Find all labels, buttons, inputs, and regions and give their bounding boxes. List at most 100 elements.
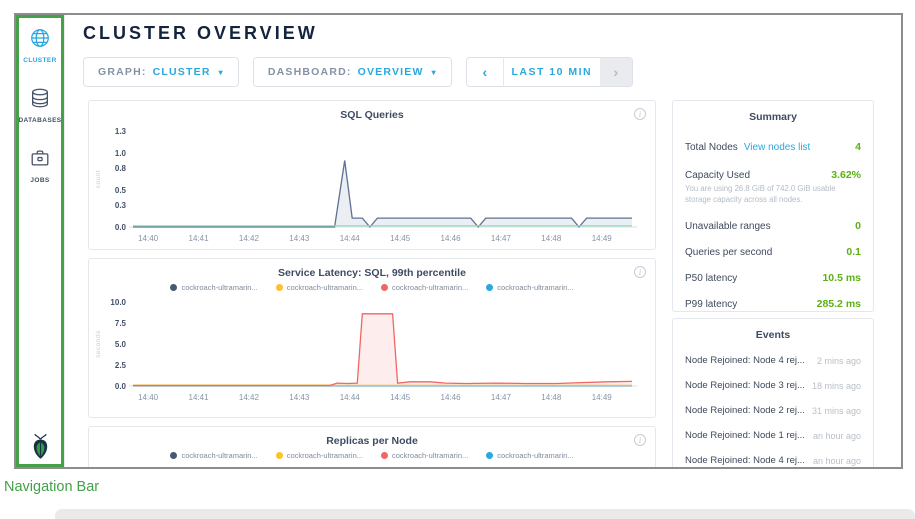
svg-text:14:41: 14:41 [189, 234, 210, 243]
legend-item[interactable]: cockroach-ultramarin... [276, 450, 363, 460]
legend-label: cockroach-ultramarin... [497, 283, 573, 292]
legend-label: cockroach-ultramarin... [287, 451, 363, 460]
event-time: an hour ago [813, 431, 861, 441]
summary-label: Unavailable ranges [685, 221, 771, 232]
summary-value: 10.5 ms [822, 272, 861, 284]
event-time: 2 mins ago [817, 356, 861, 366]
legend-dot-icon [486, 452, 493, 459]
navigation-bar: CLUSTER DATABASES JOBS [16, 15, 65, 467]
svg-text:14:49: 14:49 [592, 234, 613, 243]
svg-text:14:46: 14:46 [441, 234, 462, 243]
summary-label: P99 latency [685, 299, 737, 310]
svg-text:14:43: 14:43 [289, 393, 310, 402]
svg-text:count: count [95, 170, 102, 188]
dashboard-dropdown[interactable]: DASHBOARD: OVERVIEW ▾ [253, 57, 452, 87]
svg-text:14:47: 14:47 [491, 393, 512, 402]
summary-row-unavailable-ranges: Unavailable ranges 0 [685, 220, 861, 232]
chart-legend: cockroach-ultramarin... cockroach-ultrama… [89, 450, 655, 460]
app-window: CLUSTER DATABASES JOBS [14, 13, 903, 469]
legend-dot-icon [276, 452, 283, 459]
legend-dot-icon [276, 284, 283, 291]
svg-text:2.5: 2.5 [115, 361, 127, 370]
cockroachdb-logo[interactable] [16, 433, 64, 460]
svg-text:0.0: 0.0 [115, 382, 127, 391]
svg-text:14:40: 14:40 [138, 393, 159, 402]
chevron-down-icon: ▾ [432, 68, 437, 77]
svg-text:14:48: 14:48 [541, 234, 562, 243]
navigation-bar-annotation-label: Navigation Bar [4, 479, 99, 495]
event-text[interactable]: Node Rejoined: Node 1 rej... [685, 430, 805, 441]
svg-text:14:45: 14:45 [390, 393, 411, 402]
toolbar: GRAPH: CLUSTER ▾ DASHBOARD: OVERVIEW ▾ ‹… [83, 57, 633, 87]
sidebar-item-label: DATABASES [18, 117, 61, 124]
event-row: Node Rejoined: Node 4 rej... an hour ago [685, 455, 861, 466]
svg-text:14:43: 14:43 [289, 234, 310, 243]
summary-label: Queries per second [685, 247, 772, 258]
sidebar-item-jobs[interactable]: JOBS [16, 147, 64, 184]
legend-label: cockroach-ultramarin... [287, 283, 363, 292]
info-icon[interactable]: i [634, 434, 646, 446]
svg-text:14:41: 14:41 [189, 393, 210, 402]
events-body: Node Rejoined: Node 4 rej... 2 mins ago … [673, 355, 873, 466]
sidebar-item-label: JOBS [30, 177, 49, 184]
svg-text:14:44: 14:44 [340, 393, 361, 402]
time-prev-button[interactable]: ‹ [467, 58, 504, 86]
chart-title: Replicas per Node [89, 435, 655, 447]
summary-row-capacity-used: Capacity Used 3.62% [685, 169, 861, 181]
sidebar-item-databases[interactable]: DATABASES [16, 87, 64, 124]
legend-item[interactable]: cockroach-ultramarin... [170, 282, 257, 292]
summary-value: 0.1 [846, 246, 861, 258]
event-text[interactable]: Node Rejoined: Node 4 rej... [685, 355, 805, 366]
event-text[interactable]: Node Rejoined: Node 2 rej... [685, 405, 805, 416]
dashboard-dropdown-value: OVERVIEW [358, 66, 424, 78]
legend-item[interactable]: cockroach-ultramarin... [381, 282, 468, 292]
event-text[interactable]: Node Rejoined: Node 3 rej... [685, 380, 805, 391]
summary-label: Capacity Used [685, 170, 750, 181]
svg-text:0.8: 0.8 [115, 164, 127, 173]
capacity-used-subtext: You are using 26.8 GiB of 742.0 GiB usab… [685, 184, 861, 206]
summary-value: 0 [855, 220, 861, 232]
svg-text:14:45: 14:45 [390, 234, 411, 243]
legend-item[interactable]: cockroach-ultramarin... [381, 450, 468, 460]
svg-text:400: 400 [113, 466, 127, 469]
legend-item[interactable]: cockroach-ultramarin... [486, 450, 573, 460]
time-window-label[interactable]: LAST 10 MIN [504, 58, 600, 86]
svg-text:0.3: 0.3 [115, 201, 127, 210]
legend-dot-icon [381, 452, 388, 459]
summary-label: Total Nodes [685, 142, 738, 153]
legend-dot-icon [381, 284, 388, 291]
info-icon[interactable]: i [634, 108, 646, 120]
svg-text:0.5: 0.5 [115, 186, 127, 195]
summary-value: 285.2 ms [817, 298, 861, 310]
replicas-per-node-chart: 40014:4014:4114:4214:4314:4414:4514:4614… [93, 461, 651, 469]
chart-card-replicas-per-node: Replicas per Node i cockroach-ultramarin… [88, 426, 656, 469]
summary-value: 3.62% [831, 169, 861, 181]
summary-title: Summary [673, 111, 873, 123]
svg-text:10.0: 10.0 [110, 298, 126, 307]
summary-row-total-nodes: Total Nodes View nodes list 4 [685, 137, 861, 155]
screenshot: { "annotation": {"label": "Navigation Ba… [0, 0, 915, 517]
event-text[interactable]: Node Rejoined: Node 4 rej... [685, 455, 805, 466]
legend-item[interactable]: cockroach-ultramarin... [486, 282, 573, 292]
time-next-button[interactable]: › [600, 58, 632, 86]
legend-item[interactable]: cockroach-ultramarin... [170, 450, 257, 460]
summary-value: 4 [855, 141, 861, 153]
svg-text:14:46: 14:46 [441, 393, 462, 402]
time-window-selector: ‹ LAST 10 MIN › [466, 57, 633, 87]
graph-dropdown-value: CLUSTER [153, 66, 211, 78]
event-time: an hour ago [813, 456, 861, 466]
page-title: CLUSTER OVERVIEW [83, 23, 318, 44]
chevron-down-icon: ▾ [219, 68, 224, 77]
briefcase-icon [29, 147, 51, 174]
sidebar-item-cluster[interactable]: CLUSTER [16, 27, 64, 64]
svg-text:0.0: 0.0 [115, 223, 127, 232]
summary-row-p50-latency: P50 latency 10.5 ms [685, 272, 861, 284]
chart-title: SQL Queries [89, 109, 655, 121]
view-nodes-list-link[interactable]: View nodes list [744, 142, 811, 153]
info-icon[interactable]: i [634, 266, 646, 278]
legend-dot-icon [170, 284, 177, 291]
svg-text:14:42: 14:42 [239, 234, 260, 243]
database-icon [29, 87, 51, 114]
graph-dropdown[interactable]: GRAPH: CLUSTER ▾ [83, 57, 239, 87]
legend-item[interactable]: cockroach-ultramarin... [276, 282, 363, 292]
